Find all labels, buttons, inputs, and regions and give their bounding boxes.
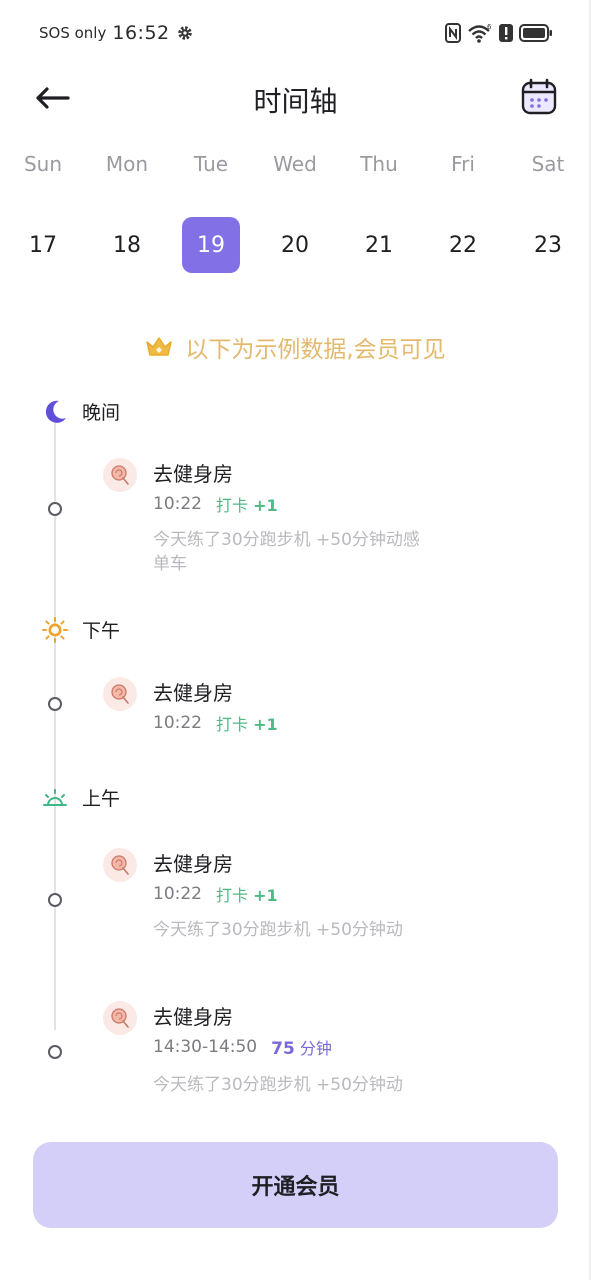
duration-tag: 75 分钟 [271,1035,332,1059]
checkin-label: 打卡 [216,496,249,515]
cta-label: 开通会员 [251,1175,340,1200]
open-membership-button[interactable]: 开通会员 [33,1142,558,1228]
lollipop-icon [103,1001,137,1035]
sunrise-icon [43,788,67,806]
duration-unit: 分钟 [299,1039,332,1058]
checkin-count: +1 [253,886,278,905]
entry-time: 10:22 [153,713,202,733]
lollipop-icon [103,848,137,882]
entry-note: 今天练了30分跑步机 +50分钟动感单车 [153,530,420,574]
alert-icon [499,24,513,42]
entry-title: 去健身房 [153,681,233,705]
date-cell-selected[interactable]: 19 [182,217,240,273]
calendar-icon [521,78,557,115]
weekday-label: Thu [360,152,398,176]
section-label: 晚间 [82,402,121,424]
checkin-label: 打卡 [216,886,249,905]
date-cell[interactable]: 22 [434,217,492,273]
timeline-entry[interactable]: 去健身房 10:22 打卡 +1 [103,677,543,741]
lollipop-icon [103,458,137,492]
battery-icon [519,24,552,42]
section-morning: 上午 [42,784,120,811]
entry-note: 今天练了30分跑步机 +50分钟动 [153,920,403,940]
weekday-label: Sun [23,152,63,176]
entry-meta: 10:22 打卡 +1 [153,882,278,906]
checkin-tag: 打卡 +1 [216,492,278,516]
carrier-text: SOS only [39,24,107,42]
entry-title: 去健身房 [153,462,233,486]
entry-note: 今天练了30分跑步机 +50分钟动 [153,1075,403,1095]
status-bar: SOS only 16:52 6 [0,0,591,66]
weekday-label: Tue [193,152,229,176]
status-right: 6 [445,22,553,44]
calendar-button[interactable] [521,78,557,116]
page-title: 时间轴 [253,85,338,118]
date-cell[interactable]: 23 [519,217,577,273]
weekday-label: Fri [451,152,475,176]
checkin-tag: 打卡 +1 [216,882,278,906]
entry-time: 10:22 [153,884,202,904]
entry-time: 14:30-14:50 [153,1037,258,1057]
timeline-entry[interactable]: 去健身房 10:22 打卡 +1 今天练了30分跑步机 +50分钟动 [103,848,543,948]
entry-meta: 10:22 打卡 +1 [153,711,278,735]
header: 时间轴 [0,66,591,130]
timeline-dot [48,502,62,516]
section-label: 下午 [82,620,121,642]
timeline-dot [48,697,62,711]
timeline-entry[interactable]: 去健身房 14:30-14:50 75 分钟 今天练了30分跑步机 +50分钟动 [103,1001,543,1101]
date-cell[interactable]: 20 [266,217,324,273]
checkin-label: 打卡 [216,715,249,734]
weekday-label: Wed [273,152,317,176]
status-left: SOS only 16:52 [39,22,194,44]
gear-icon [177,26,192,40]
timeline-dot [48,893,62,907]
date-cell[interactable]: 21 [350,217,408,273]
lollipop-icon [103,677,137,711]
wifi-icon: 6 [468,23,492,43]
entry-meta: 10:22 打卡 +1 [153,492,278,516]
svg-text:6: 6 [487,23,492,31]
sun-icon [42,616,68,643]
crown-icon [146,337,173,356]
checkin-count: +1 [253,715,278,734]
section-afternoon: 下午 [42,616,120,643]
entry-title: 去健身房 [153,1005,233,1029]
entry-title: 去健身房 [153,852,233,876]
date-cell[interactable]: 18 [98,217,156,273]
duration-value: 75 [271,1039,295,1059]
entry-time: 10:22 [153,494,202,514]
clock-text: 16:52 [112,22,170,44]
section-label: 上午 [82,788,121,810]
checkin-tag: 打卡 +1 [216,711,278,735]
timeline-dot [48,1045,62,1059]
date-row: 17 18 19 20 21 22 23 [0,217,591,275]
weekday-label: Mon [105,152,149,176]
banner-text: 以下为示例数据,会员可见 [185,337,446,363]
weekday-label: Sat [531,152,565,176]
section-evening: 晚间 [42,398,120,425]
entry-meta: 14:30-14:50 75 分钟 [153,1035,332,1059]
moon-icon [45,400,66,423]
date-cell[interactable]: 17 [14,217,72,273]
timeline-entry[interactable]: 去健身房 10:22 打卡 +1 今天练了30分跑步机 +50分钟动感单车 [103,458,543,578]
checkin-count: +1 [253,496,278,515]
member-banner: 以下为示例数据,会员可见 [0,330,591,364]
nfc-icon [445,23,461,43]
weekday-row: Sun Mon Tue Wed Thu Fri Sat [0,152,591,192]
